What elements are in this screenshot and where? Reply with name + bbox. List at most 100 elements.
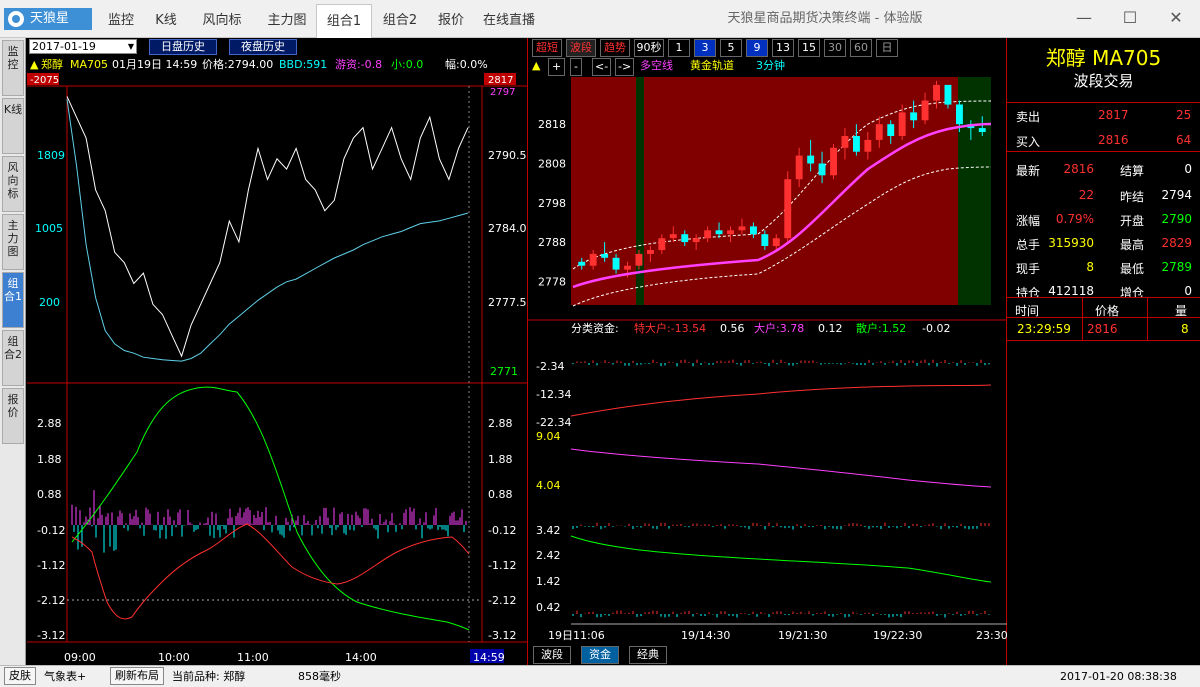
ind-tick-left: -1.12 [37,559,65,572]
candle-body [887,124,895,136]
vtab-main-chart[interactable]: 主力图 [2,214,24,270]
nav-live[interactable]: 在线直播 [474,4,544,38]
minimize-icon[interactable]: — [1064,0,1104,38]
date-select[interactable]: 2017-01-19 ▼ [29,39,137,54]
fund-tick: -12.34 [536,388,571,401]
kline-ytick: 2818 [538,118,566,131]
trade-vol: 8 [1181,322,1189,336]
nav-kline[interactable]: K线 [146,4,186,38]
candle-body [841,136,849,148]
nav-combo2[interactable]: 组合2 [372,4,428,38]
logo-icon [8,11,24,27]
time-tick: 10:00 [158,651,190,664]
fund-red-line [570,384,992,417]
kline-ytick: 2778 [538,275,566,288]
day-history-button[interactable]: 日盘历史 [149,39,217,55]
candle-body [864,139,872,152]
intraday-fu: 幅:0.0% [445,58,488,71]
left-tick: 1005 [35,222,63,235]
status-bar: 皮肤 气象表+ 刷新布局 当前品种: 郑醇 858毫秒 2017-01-20 0… [0,665,1200,687]
period-button-11[interactable]: 60 [850,39,872,57]
period-button-2[interactable]: 趋势 [600,39,630,57]
fund-da: 大户:3.78 [754,321,804,335]
candle-body [601,253,609,258]
vtab-combo1[interactable]: 组合1 [2,272,24,328]
ind-tick-right: 0.88 [488,488,513,501]
candle-body [944,84,952,105]
left-tick: 200 [39,296,60,309]
period-button-0[interactable]: 超短 [532,39,562,57]
candle-body [933,84,940,101]
tab-zijin[interactable]: 资金 [581,646,619,664]
fund-tick: 9.04 [536,430,561,443]
ind-tick-right: 1.88 [488,453,513,466]
period-button-9[interactable]: 15 [798,39,820,57]
period-button-1[interactable]: 波段 [566,39,596,57]
candle-body [761,234,769,246]
candle-body [807,155,815,164]
intraday-youzi: 游资:-0.8 [335,58,383,71]
fund-da-value: 0.12 [818,322,843,335]
candle-body [910,112,918,121]
ind-tick-right: -1.12 [488,559,516,572]
trade-head-price: 价格 [1095,304,1120,318]
intraday-name: 郑醇 [41,58,63,71]
period-button-7[interactable]: 9 [746,39,768,57]
nav-monitor[interactable]: 监控 [96,4,146,38]
period-button-6[interactable]: 5 [720,39,742,57]
vtab-kline[interactable]: K线 [2,98,24,154]
kline-chart: 2818 2808 2798 2788 2778 分类资金: 特大户:-13.54 0.… [528,77,1008,642]
current-symbol: 当前品种: 郑醇 [172,670,246,683]
close-icon[interactable]: ✕ [1156,0,1196,38]
fund-tick: 1.42 [536,575,561,588]
quote-row: 22 昨结 2794 [1078,188,1192,204]
refresh-layout-button[interactable]: 刷新布局 [110,667,164,685]
ind-tick-right: -3.12 [488,629,516,642]
period-button-8[interactable]: 13 [772,39,794,57]
kline-ytick: 2808 [538,158,566,171]
candle-body [589,253,597,266]
vtab-monitor[interactable]: 监控 [2,40,24,96]
candle-body [704,230,712,239]
nav-main-chart[interactable]: 主力图 [258,4,316,38]
candle-body [853,136,860,152]
tab-boduan[interactable]: 波段 [533,646,571,664]
intraday-code: MA705 [70,58,109,71]
candle-body [795,155,803,180]
candle-body [921,100,929,121]
period-button-12[interactable]: 日 [876,39,898,57]
intraday-xiao: 小:0.0 [391,58,424,71]
ind-tick-left: -0.12 [37,524,65,537]
ind-tick-left: -2.12 [37,594,65,607]
maximize-icon[interactable]: ☐ [1110,0,1150,38]
vtab-combo2[interactable]: 组合2 [2,330,24,386]
vtab-wind-vane[interactable]: 风向标 [2,156,24,212]
kline-warn-icon[interactable]: ▲ [532,58,540,74]
trade-table: 时间 价格 量 23:29:59 2816 8 [1007,297,1200,341]
quote-title: 郑醇 MA705 [1045,46,1162,70]
nav-quote[interactable]: 报价 [428,4,474,38]
fund-ted: 特大户:-13.54 [634,321,706,335]
fund-magenta-line [570,448,992,488]
period-button-4[interactable]: 1 [668,39,690,57]
tab-jingdian[interactable]: 经典 [629,646,667,664]
candle-body [978,128,986,132]
night-history-button[interactable]: 夜盘历史 [229,39,297,55]
skin-button[interactable]: 皮肤 [4,667,36,685]
vtab-quote[interactable]: 报价 [2,388,24,444]
candle-body [647,250,654,254]
intraday-bbd: BBD:591 [279,58,328,71]
date-tick: 19/22:30 [873,629,922,642]
app-logo[interactable]: 天狼星 [4,8,92,30]
right-tick: 2784.0 [488,222,527,235]
quote-row: 涨幅 0.79% 开盘 2790 [1016,212,1192,228]
fund-green-line [570,535,992,583]
candle-body [818,163,826,176]
nav-wind-vane[interactable]: 风向标 [186,4,258,38]
period-button-10[interactable]: 30 [824,39,846,57]
nav-combo1[interactable]: 组合1 [316,4,372,39]
period-button-3[interactable]: 90秒 [634,39,664,57]
period-button-5[interactable]: 3 [694,39,716,57]
weather-label[interactable]: 气象表+ [44,666,86,687]
candle-body [669,234,677,239]
